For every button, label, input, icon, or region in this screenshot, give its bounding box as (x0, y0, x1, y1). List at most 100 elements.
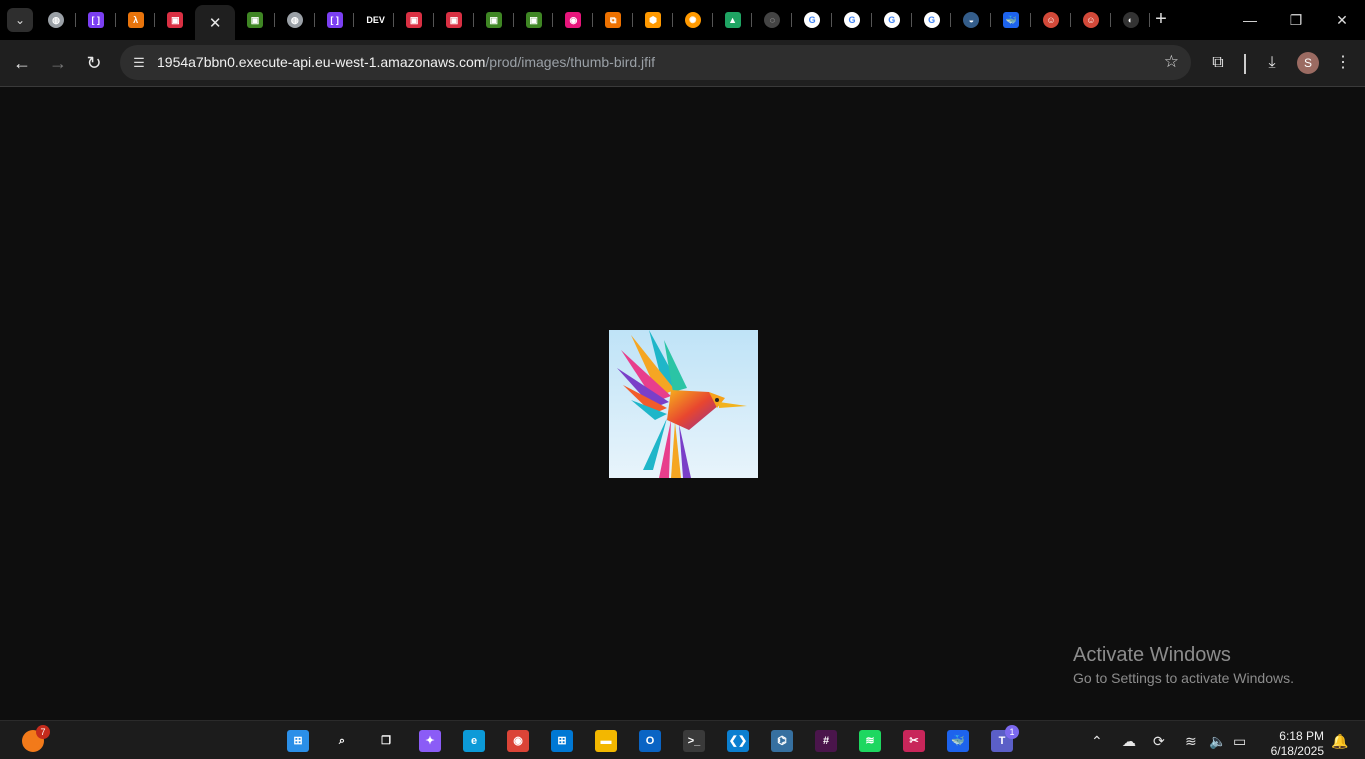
arrow-right-icon: → (49, 53, 67, 73)
plus-icon: + (1155, 8, 1167, 30)
watermark-subtitle: Go to Settings to activate Windows. (1073, 670, 1294, 686)
copilot-button[interactable]: ✦ (417, 728, 443, 754)
spotify-button[interactable]: ≋ (857, 728, 883, 754)
windows-logo-icon: ⊞ (287, 730, 309, 752)
tab-jenkins-1[interactable]: ☺ (1031, 7, 1071, 33)
sync-tray[interactable]: ⟳ (1153, 733, 1165, 750)
forward-button[interactable]: → (44, 49, 72, 77)
arrow-left-icon: ← (13, 53, 31, 73)
tab-aws-green-3[interactable]: ▣ (514, 7, 554, 33)
tab-gear-orange[interactable]: ✺ (673, 7, 713, 33)
docker-icon: 🐳 (1003, 12, 1020, 28)
terminal-icon: >_ (683, 730, 705, 752)
task-view-button[interactable]: ❐ (373, 728, 399, 754)
python-icon: ⌬ (771, 730, 793, 752)
aws-orange-service-icon: ⧉ (605, 12, 622, 28)
tab-aws-green-1[interactable]: ▣ (235, 7, 275, 33)
tab-aws-green-2[interactable]: ▣ (474, 7, 514, 33)
search-button[interactable]: ⌕ (329, 728, 355, 754)
outlook-button[interactable]: O (637, 728, 663, 754)
tab-aws-red-1[interactable]: ▣ (155, 7, 195, 33)
tab-google-3[interactable]: G (872, 7, 912, 33)
show-hidden-icons[interactable]: ⌃ (1091, 733, 1103, 750)
downloads-button[interactable]: ⤓ (1260, 51, 1284, 75)
new-tab-button[interactable]: + (1150, 8, 1172, 30)
docker-desktop-button[interactable]: 🐳 (945, 728, 971, 754)
tab-dev[interactable]: DEV (354, 7, 394, 33)
tab-globe-2[interactable]: ◍ (275, 7, 315, 33)
outlook-icon: O (639, 730, 661, 752)
python-button[interactable]: ⌬ (769, 728, 795, 754)
start-button[interactable]: ⊞ (285, 728, 311, 754)
profile-avatar[interactable]: S (1297, 52, 1319, 74)
back-button[interactable]: ← (8, 49, 36, 77)
tab-aws-orange-2[interactable]: ⬢ (633, 7, 673, 33)
tab-github[interactable]: ◐ (1111, 7, 1151, 33)
aws-red-service-icon: ▣ (406, 12, 423, 28)
bookmark-button[interactable]: ☆ (1164, 52, 1179, 72)
store-button[interactable]: ⊞ (549, 728, 575, 754)
tab-active[interactable]: ✕ (195, 5, 236, 40)
tab-aws-pink[interactable]: ◉ (553, 7, 593, 33)
battery-tray[interactable]: ▭ (1233, 733, 1246, 750)
edge-button[interactable]: e (461, 728, 487, 754)
tab-lambda-orange[interactable]: λ (116, 7, 156, 33)
site-info-button[interactable]: ☰ (129, 53, 149, 73)
bell-icon: 🔔 (1331, 733, 1349, 749)
tab-aws-red-2[interactable]: ▣ (394, 7, 434, 33)
notifications-button[interactable]: 🔔 (1331, 733, 1348, 750)
bird-image[interactable] (609, 330, 758, 478)
copilot-icon: ✦ (419, 730, 441, 752)
address-bar[interactable]: ☰ 1954a7bbn0.execute-api.eu-west-1.amazo… (120, 45, 1191, 80)
reload-icon: ↻ (86, 53, 102, 73)
tab-aws-orange-1[interactable]: ⧉ (593, 7, 633, 33)
volume-tray[interactable]: 🔈 (1209, 733, 1226, 750)
tab-drive[interactable]: ▲ (713, 7, 753, 33)
jenkins-icon: ☺ (1043, 12, 1059, 28)
system-clock[interactable]: 6:18 PM 6/18/2025 (1262, 729, 1324, 759)
clock-date: 6/18/2025 (1270, 744, 1324, 758)
terminal-button[interactable]: >_ (681, 728, 707, 754)
tab-jenkins-2[interactable]: ☺ (1071, 7, 1111, 33)
tab-loading[interactable]: ◌ (752, 7, 792, 33)
file-explorer-button[interactable]: ▬ (593, 728, 619, 754)
onedrive-tray[interactable]: ☁ (1122, 733, 1136, 750)
snipping-tool-button[interactable]: ✂ (901, 728, 927, 754)
tab-globe-1[interactable]: ◍ (36, 7, 76, 33)
teams-button[interactable]: T1 (989, 725, 1019, 754)
tab-google-1[interactable]: G (792, 7, 832, 33)
minimize-button[interactable]: — (1227, 6, 1273, 34)
reload-button[interactable]: ↻ (80, 49, 108, 77)
vscode-button[interactable]: ❮❯ (725, 728, 751, 754)
tab-google-4[interactable]: G (912, 7, 952, 33)
aws-red-service-icon: ▣ (446, 12, 462, 28)
wifi-tray[interactable]: ≋ (1185, 733, 1197, 750)
tab-google-2[interactable]: G (832, 7, 872, 33)
globe-icon: ◍ (286, 12, 303, 28)
tab-docker[interactable]: 🐳 (991, 7, 1031, 33)
chevron-down-icon: ⌄ (14, 13, 26, 27)
tab-docker-gray[interactable]: ◒ (951, 7, 991, 33)
menu-button[interactable]: ⋮ (1331, 51, 1355, 75)
search-icon: ⌕ (338, 735, 346, 747)
tab-lambda-purple-1[interactable]: [ ] (76, 7, 116, 33)
url-text[interactable]: 1954a7bbn0.execute-api.eu-west-1.amazona… (157, 54, 655, 70)
url-host: 1954a7bbn0.execute-api.eu-west-1.amazona… (157, 54, 486, 70)
speaker-icon: 🔈 (1209, 733, 1227, 749)
tab-aws-red-3[interactable]: ▣ (434, 7, 474, 33)
watermark-title: Activate Windows (1073, 644, 1231, 666)
minimize-icon: — (1243, 12, 1257, 28)
tab-search-button[interactable]: ⌄ (7, 8, 33, 32)
chrome-icon: ◉ (507, 730, 529, 752)
tab-lambda-purple-2[interactable]: [ ] (315, 7, 355, 33)
maximize-button[interactable]: ❐ (1273, 6, 1319, 34)
docker-icon: 🐳 (947, 730, 969, 752)
chrome-button[interactable]: ◉ (505, 728, 531, 754)
aws-green-service-icon: ▣ (525, 12, 542, 28)
aws-green-service-icon: ▣ (247, 12, 263, 28)
close-window-button[interactable]: ✕ (1319, 6, 1365, 34)
slack-button[interactable]: # (813, 728, 839, 754)
widgets-button[interactable]: 7 (20, 725, 50, 754)
extensions-button[interactable]: ⧉ (1206, 51, 1230, 75)
snipping-tool-icon: ✂ (903, 730, 925, 752)
